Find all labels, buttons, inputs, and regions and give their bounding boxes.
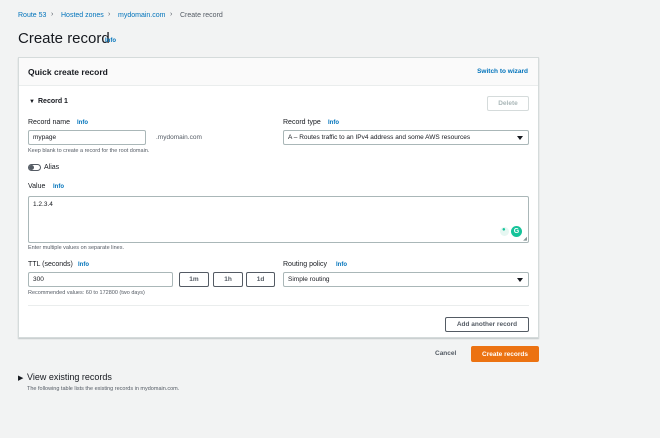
breadcrumb-route53-link[interactable]: Route 53 [18, 11, 46, 20]
routing-policy-selected: Simple routing [288, 276, 330, 283]
record-type-select[interactable]: A – Routes traffic to an IPv4 address an… [283, 130, 529, 145]
existing-records-description: The following table lists the existing r… [27, 386, 180, 392]
ttl-1m-button[interactable]: 1m [179, 272, 209, 287]
lightbulb-icon[interactable]: ● [500, 227, 509, 236]
record-name-label: Record name [28, 119, 71, 126]
ttl-1h-button[interactable]: 1h [213, 272, 243, 287]
record-type-label: Record type [283, 119, 321, 126]
ttl-1d-button[interactable]: 1d [246, 272, 275, 287]
resize-handle-icon[interactable]: ◢ [523, 236, 527, 242]
value-hint: Enter multiple values on separate lines. [28, 245, 124, 251]
alias-toggle[interactable] [28, 164, 41, 171]
value-label: Value [28, 183, 46, 190]
record-type-selected: A – Routes traffic to an IPv4 address an… [288, 134, 471, 141]
breadcrumb-domain-link[interactable]: mydomain.com [118, 11, 165, 20]
quick-create-card: Quick create record Switch to wizard ▼ R… [18, 57, 539, 338]
routing-policy-info-link[interactable]: Info [336, 262, 347, 268]
ttl-label: TTL (seconds) [28, 261, 73, 268]
view-existing-records-toggle[interactable]: View existing records [27, 372, 112, 382]
record-name-hint: Keep blank to create a record for the ro… [28, 148, 150, 154]
ttl-hint: Recommended values: 60 to 172800 (two da… [28, 290, 145, 296]
caret-down-icon[interactable]: ▼ [29, 99, 35, 105]
value-textarea[interactable]: 1.2.3.4 ● G ◢ [28, 196, 529, 243]
record-type-info-link[interactable]: Info [328, 120, 339, 126]
toggle-knob [29, 165, 34, 170]
chevron-right-icon: › [170, 11, 173, 18]
ttl-input[interactable]: 300 [28, 272, 173, 287]
caret-down-icon [517, 136, 523, 140]
ttl-info-link[interactable]: Info [78, 262, 89, 268]
chevron-right-icon: › [108, 11, 111, 18]
breadcrumb-hosted-zones-link[interactable]: Hosted zones [61, 11, 104, 20]
page-title: Create record [18, 30, 110, 47]
card-title: Quick create record [28, 67, 108, 77]
divider [28, 305, 529, 306]
record-section-title[interactable]: Record 1 [38, 98, 68, 105]
record-name-info-link[interactable]: Info [77, 120, 88, 126]
domain-suffix: .mydomain.com [156, 134, 202, 141]
alias-label: Alias [44, 164, 60, 171]
record-name-input[interactable]: mypage [28, 130, 146, 145]
breadcrumb-current: Create record [180, 12, 223, 19]
chevron-right-icon: › [51, 11, 54, 18]
switch-to-wizard-link[interactable]: Switch to wizard [477, 68, 528, 75]
create-records-button[interactable]: Create records [471, 346, 539, 362]
page-info-link[interactable]: Info [105, 38, 116, 44]
delete-button[interactable]: Delete [487, 96, 529, 111]
card-header: Quick create record Switch to wizard [19, 58, 538, 86]
routing-policy-select[interactable]: Simple routing [283, 272, 529, 287]
value-text: 1.2.3.4 [33, 201, 53, 208]
grammarly-icon[interactable]: G [511, 226, 522, 237]
routing-policy-label: Routing policy [283, 261, 327, 268]
add-another-record-button[interactable]: Add another record [445, 317, 529, 332]
caret-right-icon[interactable]: ▶ [18, 374, 23, 382]
caret-down-icon [517, 278, 523, 282]
value-info-link[interactable]: Info [53, 184, 64, 190]
cancel-button[interactable]: Cancel [435, 350, 456, 357]
